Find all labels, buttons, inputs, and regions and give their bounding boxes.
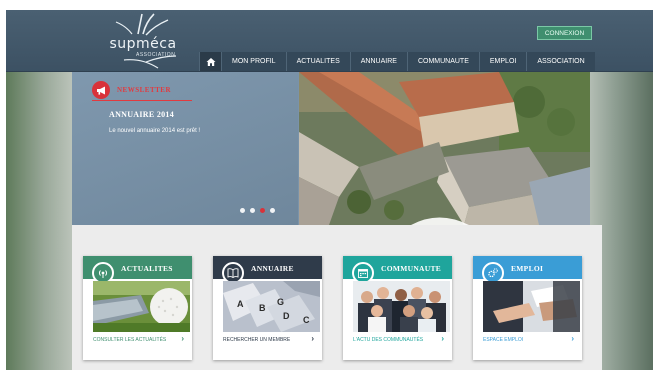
- nav-home[interactable]: [199, 52, 221, 72]
- card-link[interactable]: L'ACTU DES COMMUNAUTÉS: [353, 337, 423, 343]
- main-nav: MON PROFIL ACTUALITES ANNUAIRE COMMUNAUT…: [199, 52, 595, 72]
- svg-text:C: C: [303, 315, 310, 325]
- logo[interactable]: supméca ASSOCIATION: [102, 12, 184, 70]
- logo-subtitle: ASSOCIATION: [136, 52, 176, 58]
- card-title: COMMUNAUTE: [381, 264, 442, 273]
- slider-dot-1[interactable]: [240, 208, 245, 213]
- slider-dot-3[interactable]: [260, 208, 265, 213]
- card-link[interactable]: RECHERCHER UN MEMBRE: [223, 337, 290, 343]
- site-header: supméca ASSOCIATION CONNEXION MON PROFIL…: [6, 10, 653, 72]
- hero-slider[interactable]: NEWSLETTER ANNUAIRE 2014 Le nouvel annua…: [72, 72, 590, 225]
- chevron-right-icon[interactable]: ›: [311, 334, 314, 343]
- chevron-right-icon[interactable]: ›: [181, 334, 184, 343]
- index-cards-image: A B G D C: [223, 281, 320, 332]
- page: supméca ASSOCIATION CONNEXION MON PROFIL…: [6, 10, 653, 370]
- nav-item-communaute[interactable]: COMMUNAUTE: [406, 52, 479, 72]
- business-people-image: [353, 281, 450, 332]
- connexion-button[interactable]: CONNEXION: [537, 26, 592, 40]
- newsletter-label: NEWSLETTER: [117, 86, 172, 94]
- newsletter-underline: [92, 100, 192, 101]
- card-actualites[interactable]: ACTUALITES CONSULTER LES ACTUALITÉS ›: [83, 256, 192, 360]
- card-link[interactable]: ESPACE EMPLOI: [483, 337, 523, 343]
- nav-item-annuaire[interactable]: ANNUAIRE: [349, 52, 407, 72]
- card-link[interactable]: CONSULTER LES ACTUALITÉS: [93, 337, 166, 343]
- chevron-right-icon[interactable]: ›: [571, 334, 574, 343]
- svg-text:A: A: [237, 299, 244, 309]
- slider-dots: [240, 208, 275, 213]
- svg-text:B: B: [259, 303, 266, 313]
- hero-title[interactable]: ANNUAIRE 2014: [109, 110, 174, 119]
- content-area: ACTUALITES CONSULTER LES ACTUALITÉS › AN…: [72, 225, 602, 370]
- card-title: ACTUALITES: [121, 264, 173, 273]
- card-emploi[interactable]: EMPLOI ESPACE EMPLOI ›: [473, 256, 582, 360]
- golf-ball-image: [93, 281, 190, 332]
- campus-aerial-photo: [299, 72, 590, 225]
- logo-wordmark: supméca: [109, 36, 177, 52]
- nav-item-actualites[interactable]: ACTUALITES: [285, 52, 350, 72]
- megaphone-icon: [92, 81, 110, 99]
- business-card-handover-image: [483, 281, 580, 332]
- slider-dot-2[interactable]: [250, 208, 255, 213]
- svg-text:D: D: [283, 311, 290, 321]
- nav-item-emploi[interactable]: EMPLOI: [478, 52, 527, 72]
- card-annuaire[interactable]: ANNUAIRE A B G D C RECHERCHER UN MEMBRE …: [213, 256, 322, 360]
- hero-text: Le nouvel annuaire 2014 est prêt !: [109, 128, 201, 134]
- home-icon: [206, 58, 215, 66]
- chevron-right-icon[interactable]: ›: [441, 334, 444, 343]
- slider-dot-4[interactable]: [270, 208, 275, 213]
- card-title: ANNUAIRE: [251, 264, 294, 273]
- card-communaute[interactable]: COMMUNAUTE L'ACTU DES COMMUNAUTÉS ›: [343, 256, 452, 360]
- nav-item-association[interactable]: ASSOCIATION: [526, 52, 595, 72]
- svg-text:G: G: [277, 297, 284, 307]
- nav-item-mon-profil[interactable]: MON PROFIL: [221, 52, 286, 72]
- card-title: EMPLOI: [511, 264, 544, 273]
- hero-text-panel: NEWSLETTER ANNUAIRE 2014 Le nouvel annua…: [72, 72, 298, 225]
